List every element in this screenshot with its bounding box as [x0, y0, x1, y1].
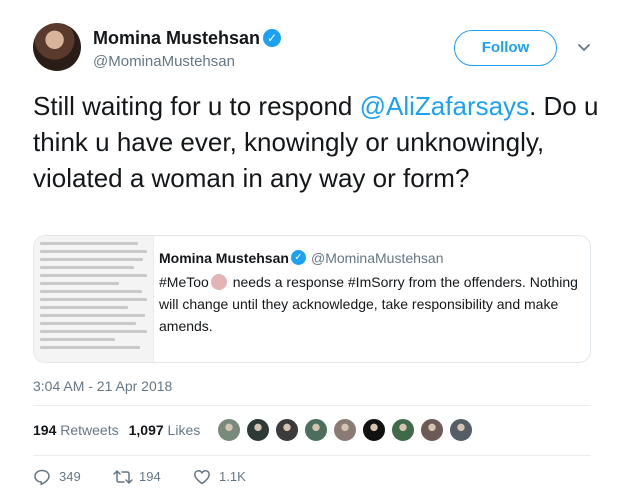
tweet-text-part: Still waiting for u to respond	[33, 91, 360, 121]
heart-icon	[194, 469, 210, 485]
quoted-tweet[interactable]: Momina Mustehsan ✓ @MominaMustehsan #MeT…	[33, 235, 591, 363]
liker-avatar[interactable]	[420, 418, 444, 442]
quoted-author-name: Momina Mustehsan	[159, 250, 289, 266]
retweet-count: 194	[139, 469, 161, 484]
liker-avatar[interactable]	[362, 418, 386, 442]
liker-avatar[interactable]	[333, 418, 357, 442]
divider	[33, 455, 591, 456]
tweet-timestamp[interactable]: 3:04 AM - 21 Apr 2018	[33, 377, 172, 395]
quoted-text-part: #MeToo	[159, 274, 209, 290]
liker-avatar[interactable]	[449, 418, 473, 442]
retweets-stat[interactable]: 194 Retweets	[33, 422, 119, 438]
tweet-text: Still waiting for u to respond @AliZafar…	[33, 88, 608, 196]
liker-avatar[interactable]	[304, 418, 328, 442]
author-handle[interactable]: @MominaMustehsan	[93, 53, 235, 71]
quoted-tweet-image[interactable]	[34, 236, 154, 362]
chevron-down-icon[interactable]	[575, 38, 593, 56]
retweets-label: Retweets	[60, 422, 119, 438]
engagement-stats: 194 Retweets 1,097 Likes	[33, 421, 200, 439]
mention-link[interactable]: @AliZafarsays	[360, 91, 529, 121]
reply-icon	[34, 469, 50, 486]
likes-stat[interactable]: 1,097 Likes	[129, 422, 201, 438]
quoted-tweet-text: #MeToo needs a response #ImSorry from th…	[159, 271, 584, 337]
verified-badge-icon: ✓	[263, 29, 281, 47]
liker-avatar[interactable]	[246, 418, 270, 442]
retweet-icon	[113, 470, 133, 484]
liker-avatar[interactable]	[391, 418, 415, 442]
likes-count: 1,097	[128, 422, 164, 438]
quoted-author-handle: @MominaMustehsan	[311, 250, 444, 266]
divider	[33, 405, 591, 406]
liker-avatar[interactable]	[275, 418, 299, 442]
likes-label: Likes	[167, 422, 201, 438]
like-count: 1.1K	[219, 469, 246, 484]
tweet-card: Momina Mustehsan ✓ @MominaMustehsan Foll…	[0, 0, 620, 495]
woman-emoji-icon	[210, 274, 227, 290]
reply-count: 349	[59, 469, 81, 484]
author-name[interactable]: Momina Mustehsan	[93, 27, 260, 49]
retweets-count: 194	[33, 422, 57, 438]
follow-button[interactable]: Follow	[454, 30, 557, 66]
liker-avatar[interactable]	[217, 418, 241, 442]
avatar[interactable]	[33, 23, 81, 71]
verified-badge-icon: ✓	[291, 250, 306, 265]
